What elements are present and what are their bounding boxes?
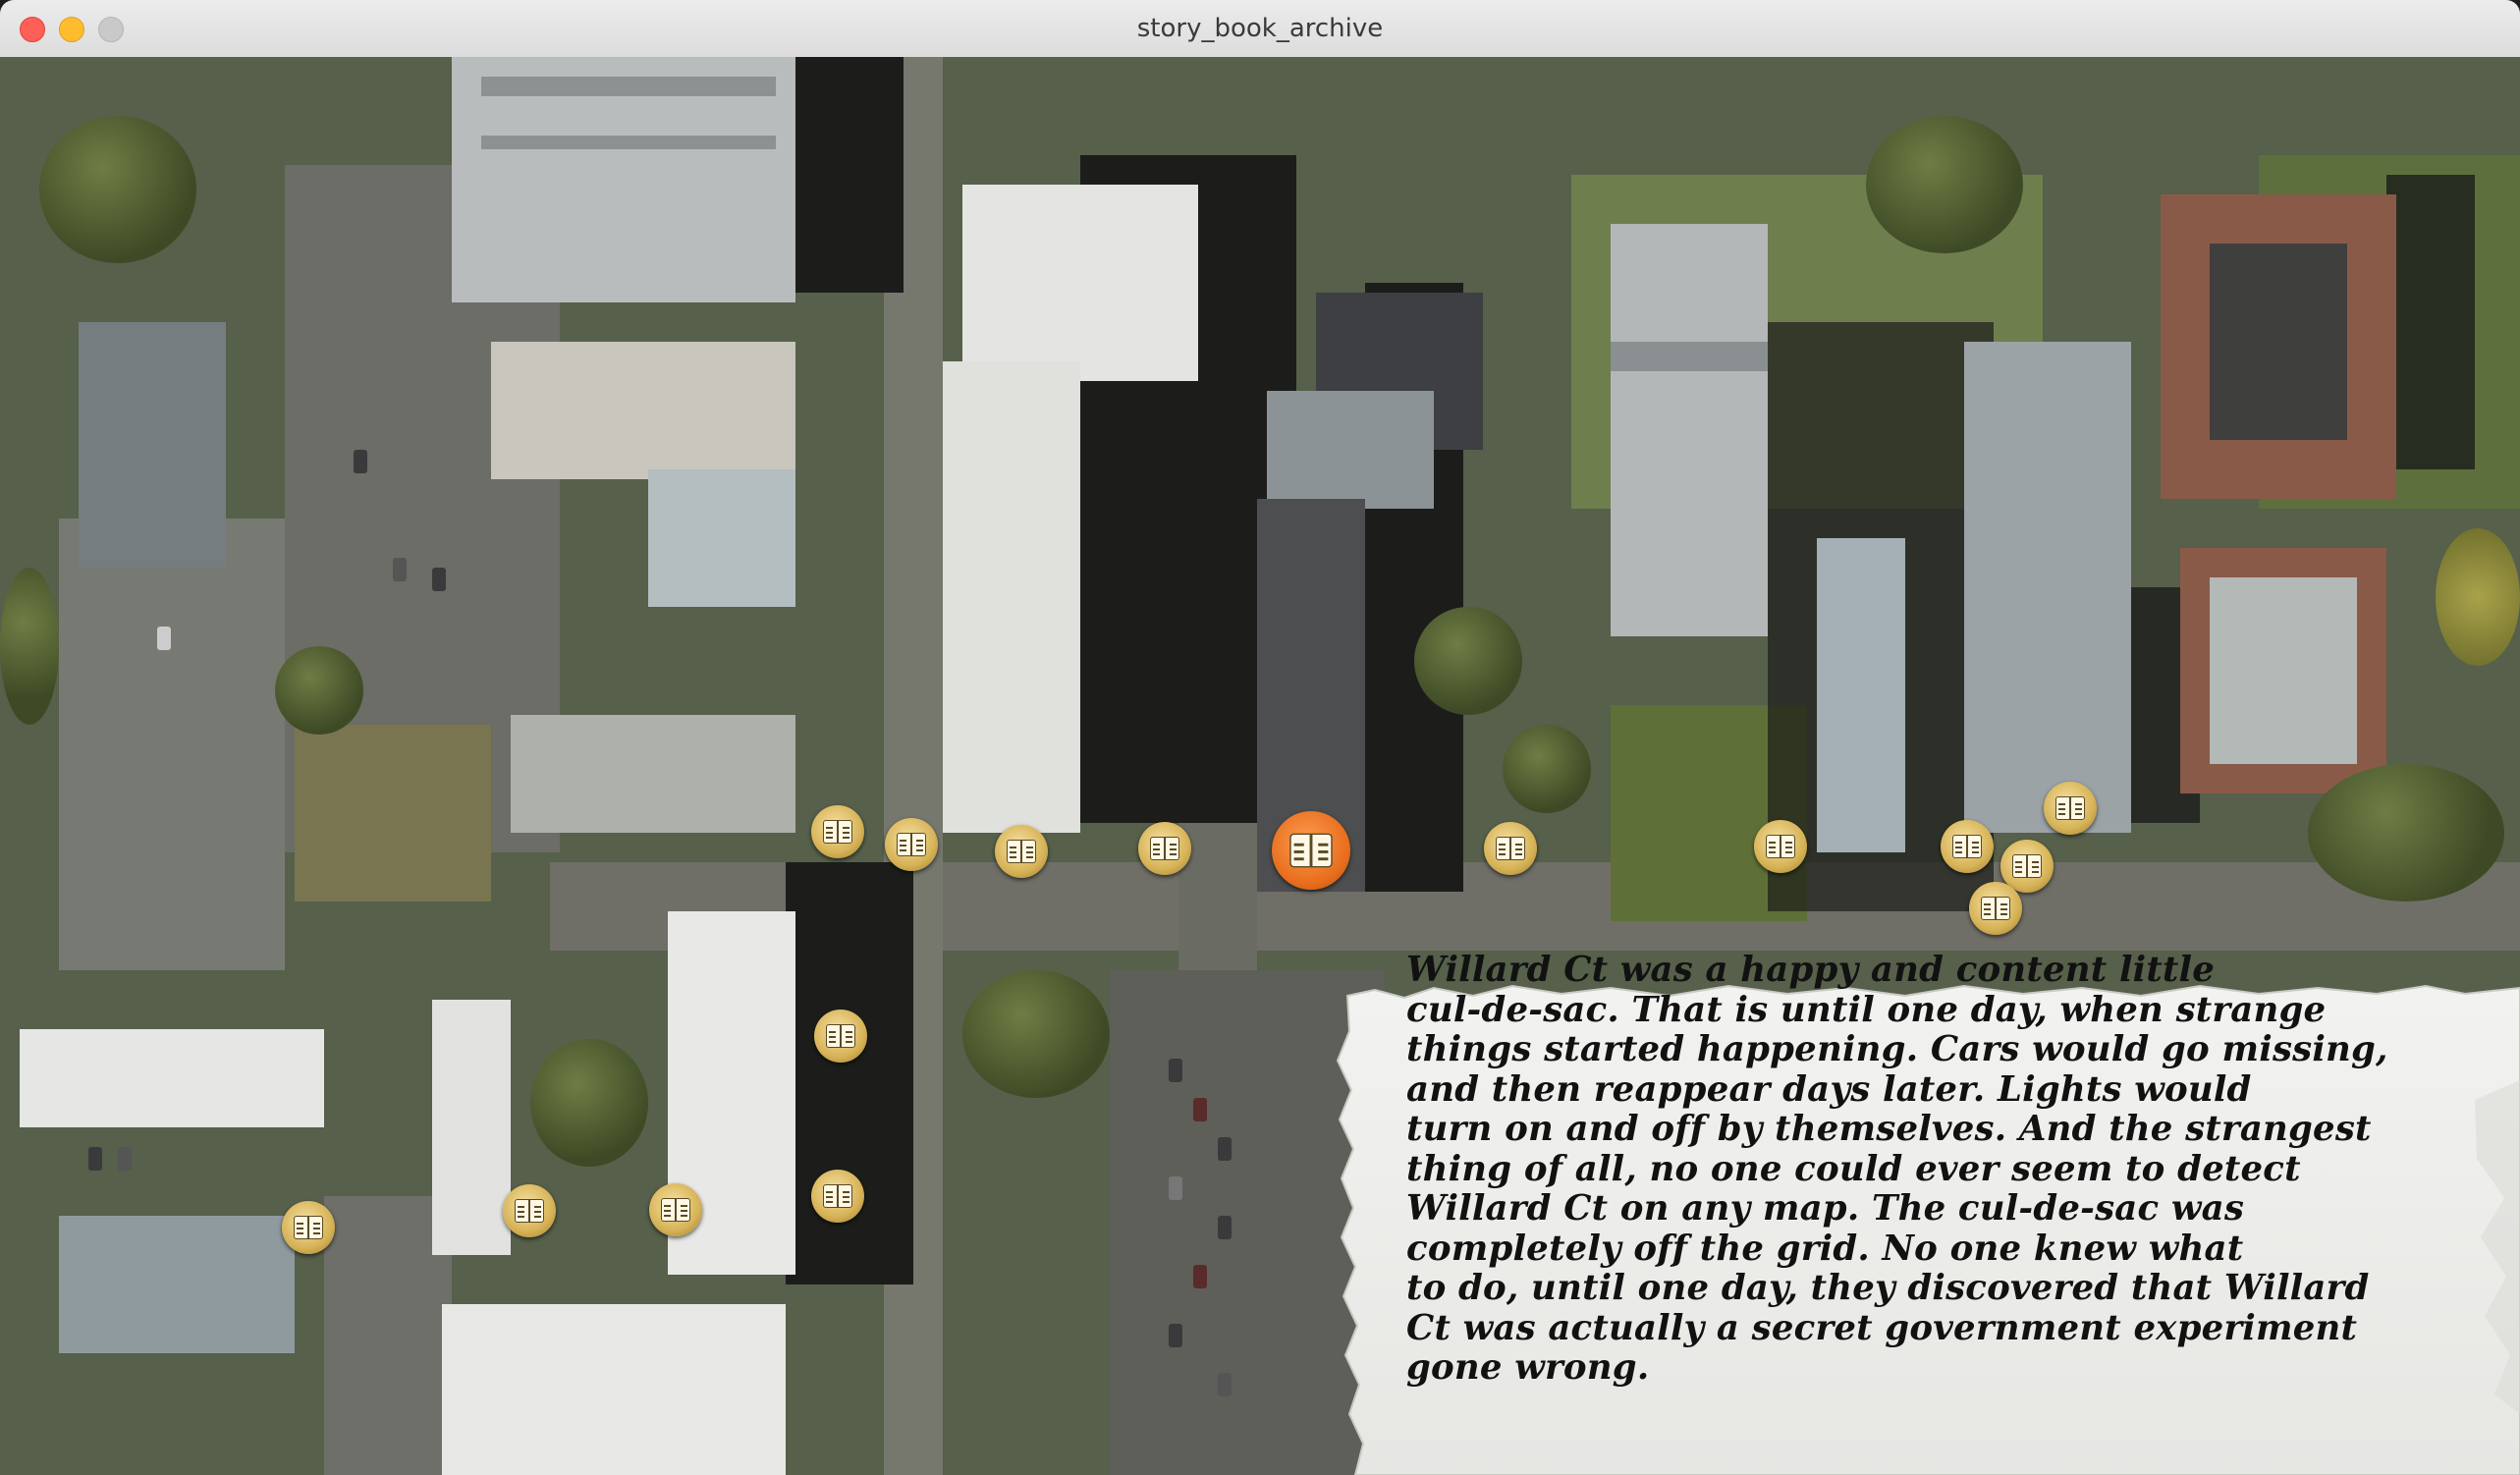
book-icon [826, 1022, 855, 1050]
book-icon [515, 1197, 544, 1225]
book-icon [823, 1182, 852, 1210]
story-marker[interactable] [1138, 822, 1191, 875]
building [1267, 391, 1434, 509]
story-marker[interactable] [1484, 822, 1537, 875]
story-marker[interactable] [811, 1170, 864, 1223]
building [962, 185, 1198, 381]
story-line: Ct was actually a secret government expe… [1406, 1307, 2358, 1348]
building [79, 322, 226, 568]
building [511, 715, 795, 833]
building [59, 1216, 295, 1353]
story-line: Willard Ct on any map. The cul-de-sac wa… [1406, 1188, 2245, 1229]
building [1817, 538, 1905, 852]
story-line: to do, until one day, they discovered th… [1406, 1268, 2370, 1308]
book-icon [1150, 835, 1179, 862]
story-marker[interactable] [282, 1201, 335, 1254]
story-marker[interactable] [811, 805, 864, 858]
story-line: things started happening. Cars would go … [1406, 1029, 2388, 1069]
building [943, 361, 1080, 833]
book-icon [661, 1196, 690, 1224]
story-text: Willard Ct was a happy and content littl… [1406, 950, 2447, 1389]
building [432, 1000, 511, 1255]
window-title: story_book_archive [1136, 14, 1384, 43]
story-line: gone wrong. [1406, 1347, 1650, 1388]
story-line: turn on and off by themselves. And the s… [1406, 1109, 2372, 1149]
story-marker[interactable] [1941, 820, 1994, 873]
book-icon [2012, 852, 2042, 880]
story-marker[interactable] [885, 818, 938, 871]
app-window: story_book_archive Willard Ct was a happ… [0, 0, 2520, 1475]
building [442, 1304, 786, 1475]
story-marker[interactable] [503, 1184, 556, 1237]
story-marker[interactable] [995, 825, 1048, 878]
story-marker[interactable] [1969, 882, 2022, 935]
story-line: completely off the grid. No one knew wha… [1406, 1228, 2244, 1269]
story-line: cul-de-sac. That is until one day, when … [1406, 989, 2327, 1030]
story-marker[interactable] [1754, 820, 1807, 873]
story-line: Willard Ct was a happy and content littl… [1406, 950, 2216, 990]
story-marker-active[interactable] [1272, 811, 1350, 890]
book-icon [1766, 833, 1795, 860]
book-icon [1952, 833, 1982, 860]
story-line: and then reappear days later. Lights wou… [1406, 1068, 2252, 1110]
building [20, 1029, 324, 1127]
building [491, 342, 795, 479]
book-icon [823, 818, 852, 846]
parking-lot [59, 519, 285, 970]
book-icon [1007, 838, 1036, 865]
story-marker[interactable] [649, 1183, 702, 1236]
building [1611, 224, 1768, 636]
building [648, 469, 795, 607]
book-icon [294, 1214, 323, 1241]
story-marker[interactable] [2044, 782, 2097, 835]
building [1964, 342, 2131, 833]
title-bar: story_book_archive [0, 0, 2520, 58]
book-icon [1981, 895, 2010, 922]
book-icon [897, 831, 926, 858]
story-marker[interactable] [814, 1010, 867, 1063]
book-icon [1289, 831, 1333, 871]
story-line: thing of all, no one could ever seem to … [1406, 1148, 2301, 1189]
book-icon [1496, 835, 1525, 862]
book-icon [2055, 794, 2085, 822]
